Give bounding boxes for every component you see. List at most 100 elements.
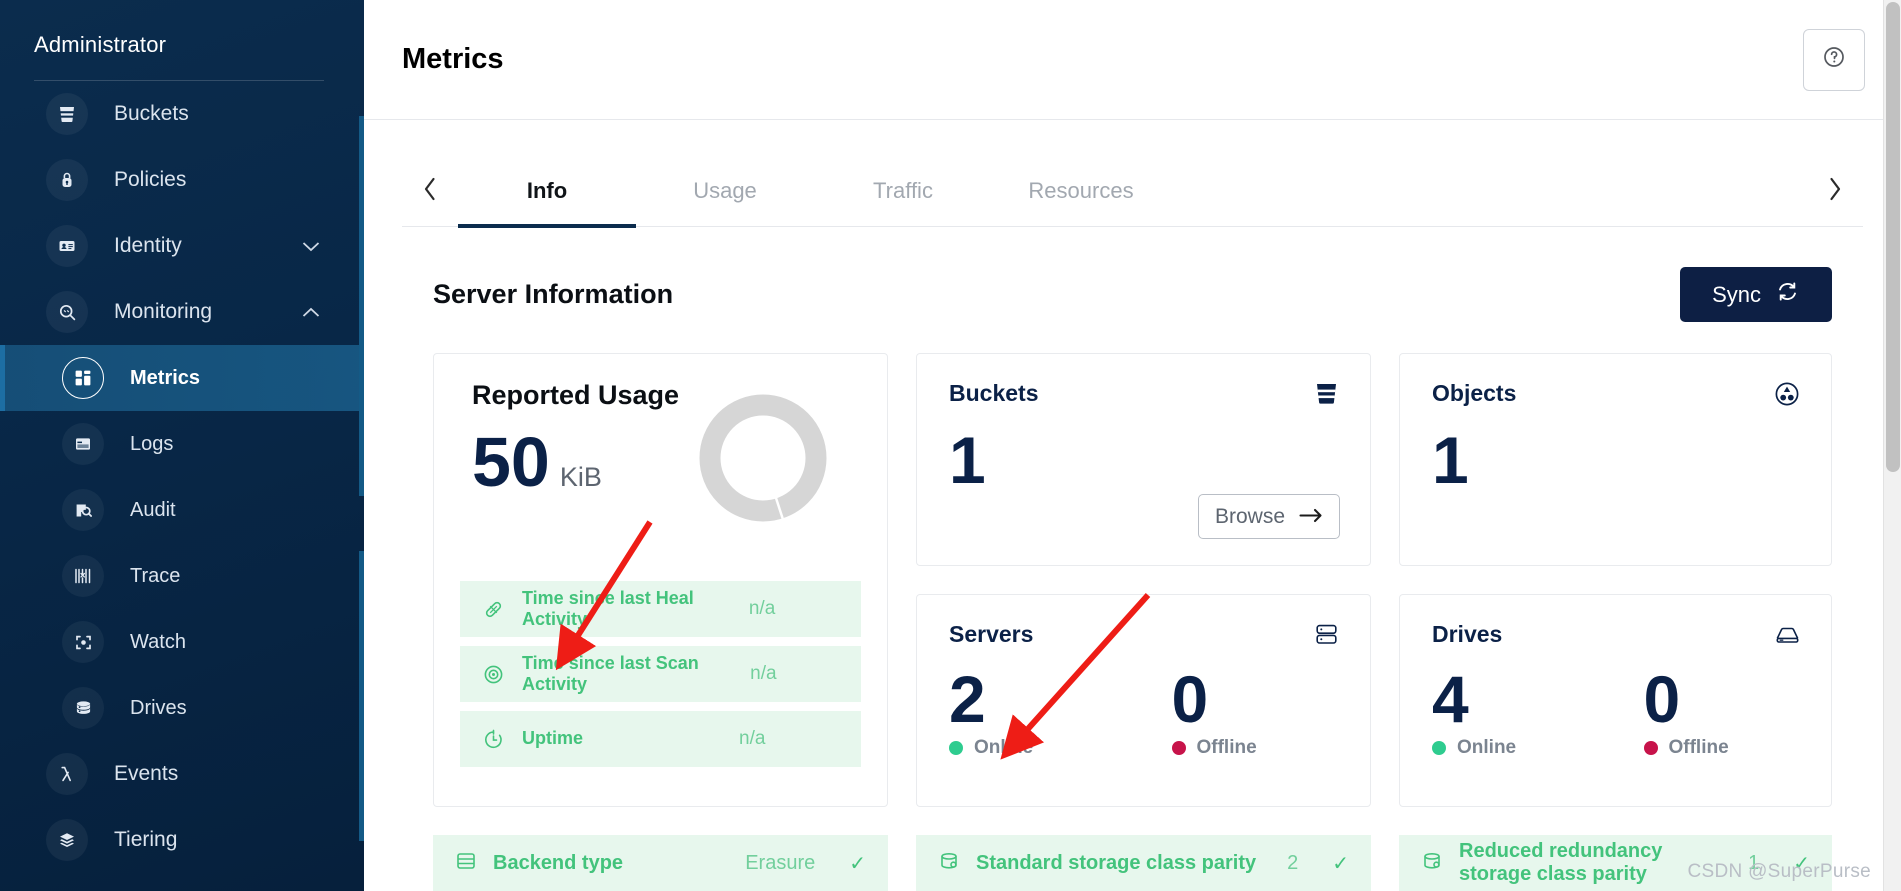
info-chip-backend-type: Backend type Erasure ✓ <box>433 835 888 891</box>
scrollbar-thumb[interactable] <box>1886 2 1900 472</box>
section-title: Server Information <box>433 279 674 309</box>
help-button[interactable] <box>1803 28 1865 91</box>
sidebar-item-audit[interactable]: Audit <box>0 477 364 543</box>
sidebar-item-metrics[interactable]: Metrics <box>0 345 364 411</box>
sidebar-item-label: Policies <box>114 168 187 191</box>
watermark: CSDN @SuperPurse <box>1687 861 1871 882</box>
heal-icon <box>482 598 522 621</box>
sidebar-item-label: Tiering <box>114 828 178 851</box>
reported-usage-unit: KiB <box>559 462 602 492</box>
card-servers[interactable]: Servers 2 Online 0 Offline <box>916 594 1371 807</box>
card-objects[interactable]: Objects 1 <box>1399 353 1832 566</box>
tab-info[interactable]: Info <box>458 155 636 228</box>
card-title: Servers <box>949 621 1034 647</box>
drives-offline-value: 0 <box>1643 662 1681 736</box>
arrow-right-icon <box>1299 505 1323 529</box>
sidebar-item-label: Watch <box>130 630 186 653</box>
tabs-prev-button[interactable] <box>402 176 458 206</box>
tabs-next-button[interactable] <box>1807 176 1863 206</box>
objects-icon <box>1773 380 1801 413</box>
usage-row-value: n/a <box>750 663 777 684</box>
sidebar-item-label: Audit <box>130 498 176 521</box>
tab-label: Usage <box>693 177 757 203</box>
chevron-up-icon[interactable] <box>302 307 320 318</box>
sidebar-item-trace[interactable]: Trace <box>0 543 364 609</box>
metrics-card-grid: Buckets 1 Browse Objects 1 Reported Usag… <box>402 353 1863 807</box>
server-icon <box>1313 621 1340 653</box>
vertical-scrollbar[interactable] <box>1883 0 1901 891</box>
top-bar: Metrics <box>364 0 1901 120</box>
watch-icon <box>62 621 104 663</box>
backend-icon <box>455 850 477 877</box>
scan-icon <box>482 663 522 686</box>
usage-row-label: Time since last Heal Activity <box>522 587 694 629</box>
parity-icon <box>938 850 960 877</box>
card-reported-usage: Reported Usage 50 KiB Time since last He… <box>433 353 888 807</box>
drives-icon <box>62 687 104 729</box>
usage-row: Time since last Heal Activity n/a <box>460 581 861 637</box>
usage-row-value: n/a <box>739 728 766 749</box>
reported-usage-rows: Time since last Heal Activity n/a Time s… <box>460 581 861 776</box>
parity-icon <box>1421 850 1443 877</box>
check-icon: ✓ <box>849 852 866 875</box>
card-buckets[interactable]: Buckets 1 Browse <box>916 353 1371 566</box>
browse-label: Browse <box>1214 504 1285 528</box>
card-value: 1 <box>949 423 986 497</box>
drives-status-group: 4 Online 0 Offline <box>1432 666 1799 759</box>
usage-row-label: Time since last Scan Activity <box>522 652 699 694</box>
check-icon: ✓ <box>1332 852 1349 875</box>
sidebar-item-logs[interactable]: Logs <box>0 411 364 477</box>
drives-offline-label-row: Offline <box>1643 737 1800 759</box>
sidebar-item-identity[interactable]: Identity <box>0 213 364 279</box>
tab-resources[interactable]: Resources <box>992 155 1170 227</box>
tab-bar: Info Usage Traffic Resources <box>402 155 1863 228</box>
sidebar-title: Administrator <box>34 32 167 57</box>
card-value: 1 <box>1432 423 1469 497</box>
main-panel: Metrics Info Usage Traffic Resources Ser… <box>364 0 1901 891</box>
sidebar-item-monitoring[interactable]: Monitoring <box>0 279 364 345</box>
usage-row-value: n/a <box>748 598 776 619</box>
tab-traffic[interactable]: Traffic <box>814 155 992 227</box>
drive-icon <box>1774 621 1801 650</box>
tab-label: Info <box>526 177 568 203</box>
dashboard-icon <box>62 357 104 399</box>
servers-online-value: 2 <box>949 662 986 736</box>
sidebar-item-label: Events <box>114 762 179 785</box>
refresh-icon <box>1775 279 1800 310</box>
drives-offline-col: 0 Offline <box>1616 666 1800 759</box>
card-title: Drives <box>1432 621 1503 647</box>
status-dot-offline <box>1643 741 1658 755</box>
card-drives[interactable]: Drives 4 Online 0 Offline <box>1399 594 1832 807</box>
content-inner: Info Usage Traffic Resources Server Info… <box>364 155 1901 891</box>
sidebar-item-policies[interactable]: Policies <box>0 147 364 213</box>
sidebar: Administrator Buckets Policies Identity … <box>0 0 364 891</box>
drives-online-col: 4 Online <box>1432 666 1616 759</box>
status-label: Offline <box>1196 737 1257 758</box>
status-label: Offline <box>1668 737 1729 758</box>
servers-online-col: 2 Online <box>949 666 1144 759</box>
sidebar-item-drives[interactable]: Drives <box>0 675 364 741</box>
sidebar-item-label: Identity <box>114 234 182 257</box>
sidebar-item-buckets[interactable]: Buckets <box>0 81 364 147</box>
donut-chart <box>697 392 829 529</box>
info-chip-value: Erasure <box>745 851 816 874</box>
status-label: Online <box>974 737 1034 758</box>
status-dot-offline <box>1171 741 1186 755</box>
tab-label: Traffic <box>873 177 933 203</box>
sidebar-item-watch[interactable]: Watch <box>0 609 364 675</box>
browse-button[interactable]: Browse <box>1197 494 1340 539</box>
tab-usage[interactable]: Usage <box>636 155 814 227</box>
uptime-icon <box>482 728 522 751</box>
drives-online-label-row: Online <box>1432 737 1616 759</box>
sidebar-item-events[interactable]: Events <box>0 741 364 807</box>
sidebar-item-label: Monitoring <box>114 300 213 323</box>
server-information-header: Server Information Sync <box>402 267 1863 322</box>
chevron-down-icon[interactable] <box>302 241 320 252</box>
sidebar-item-tiering[interactable]: Tiering <box>0 807 364 873</box>
bucket-icon <box>46 93 88 135</box>
page-title: Metrics <box>402 43 504 75</box>
sync-label: Sync <box>1712 281 1761 307</box>
sync-button[interactable]: Sync <box>1680 267 1832 322</box>
sidebar-item-label: Trace <box>130 564 181 587</box>
sidebar-item-label: Metrics <box>130 366 201 389</box>
